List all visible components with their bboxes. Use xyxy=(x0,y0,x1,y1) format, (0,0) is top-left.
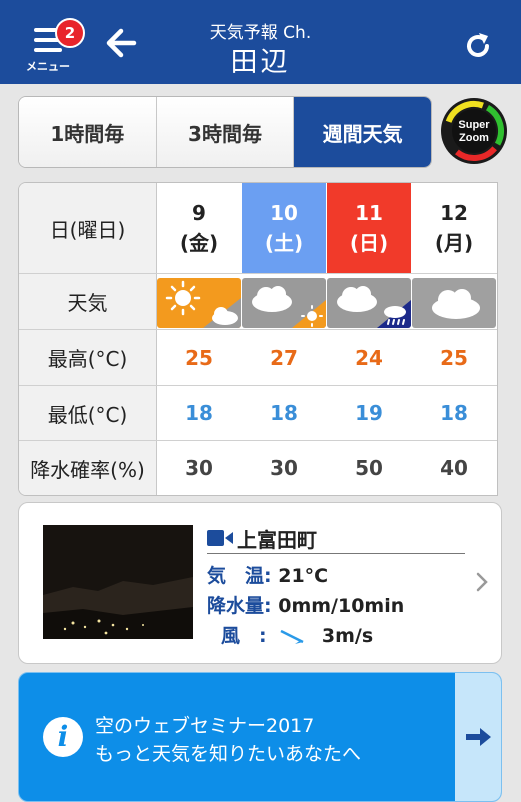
day-header: 12 (月) xyxy=(412,183,496,273)
tab-hourly[interactable]: 1時間毎 xyxy=(19,97,157,167)
high-temp-value: 25 xyxy=(185,345,213,370)
day-weekday: (土) xyxy=(264,231,304,255)
banner-go-button[interactable] xyxy=(455,673,501,801)
info-icon: i xyxy=(43,717,83,757)
refresh-icon[interactable] xyxy=(462,30,494,62)
arrow-right-icon xyxy=(466,728,491,746)
row-label-high: 最高(°C) xyxy=(19,330,157,385)
high-temp-row: 最高(°C) 25 27 24 25 xyxy=(19,330,497,386)
low-temp-value: 18 xyxy=(440,401,468,425)
rain-value: 0mm/10min xyxy=(278,595,405,617)
day-weekday: (金) xyxy=(179,231,219,255)
row-label-low: 最低(°C) xyxy=(19,386,157,440)
wind-value: 3m/s xyxy=(321,625,374,647)
high-temp-value: 27 xyxy=(270,345,298,370)
low-temp-value: 19 xyxy=(355,401,383,425)
video-camera-icon xyxy=(207,530,233,546)
day-weekday: (月) xyxy=(434,231,474,255)
camera-location-name: 上富田町 xyxy=(237,528,317,552)
day-number: 12 xyxy=(440,201,468,225)
wind-direction-icon xyxy=(280,629,304,644)
wind-line: 風 : 3m/s xyxy=(207,621,373,648)
page-title: 田辺 xyxy=(230,47,291,78)
temp-label: 気 温: xyxy=(207,565,272,587)
day-weekday: (日) xyxy=(349,231,389,255)
cloudy-icon xyxy=(412,278,496,328)
precip-value: 40 xyxy=(440,456,468,480)
temp-line: 気 温: 21°C xyxy=(207,561,328,588)
precip-row: 降水確率(%) 30 30 50 40 xyxy=(19,441,497,495)
cloudy-then-rain-icon xyxy=(327,278,411,328)
day-number: 10 xyxy=(270,201,298,225)
precip-value: 30 xyxy=(185,456,213,480)
cloudy-then-sunny-icon xyxy=(242,278,326,328)
forecast-tabs: 1時間毎 3時間毎 週間天気 xyxy=(18,96,432,168)
superzoom-line1: Super xyxy=(458,119,490,131)
wind-label: 風 : xyxy=(221,625,267,647)
high-temp-value: 25 xyxy=(440,345,468,370)
day-header: 10 (土) xyxy=(242,183,326,273)
seminar-banner[interactable]: i 空のウェブセミナー2017 もっと天気を知りたいあなたへ xyxy=(18,672,502,802)
precip-value: 50 xyxy=(355,456,383,480)
app-header: メニュー 2 天気予報 Ch. 田辺 xyxy=(0,0,521,84)
rain-line: 降水量: 0mm/10min xyxy=(207,591,404,618)
live-camera-card[interactable]: 上富田町 気 温: 21°C 降水量: 0mm/10min 風 : 3m/s xyxy=(18,502,502,664)
day-header: 11 (日) xyxy=(327,183,411,273)
chevron-right-icon xyxy=(476,572,488,592)
temp-value: 21°C xyxy=(278,565,329,587)
low-temp-value: 18 xyxy=(270,401,298,425)
tab-weekly[interactable]: 週間天気 xyxy=(294,97,431,167)
row-label-precip: 降水確率(%) xyxy=(19,441,157,495)
superzoom-line2: Zoom xyxy=(459,132,489,144)
camera-location: 上富田町 xyxy=(207,523,465,554)
day-number: 11 xyxy=(355,201,383,225)
rain-label: 降水量: xyxy=(207,595,272,617)
low-temp-value: 18 xyxy=(185,401,213,425)
tab-3-hourly[interactable]: 3時間毎 xyxy=(156,97,295,167)
weather-row: 天気 xyxy=(19,274,497,330)
banner-subtitle: もっと天気を知りたいあなたへ xyxy=(95,743,362,765)
camera-photo xyxy=(43,525,193,639)
sunny-then-cloudy-icon xyxy=(157,278,241,328)
day-header: 9 (金) xyxy=(157,183,241,273)
weekly-forecast-table: 日(曜日) 9 (金) 10 (土) 11 (日) 12 (月) 天気 最高(°… xyxy=(18,182,498,496)
row-label-weather: 天気 xyxy=(19,274,157,329)
date-row: 日(曜日) 9 (金) 10 (土) 11 (日) 12 (月) xyxy=(19,183,497,274)
precip-value: 30 xyxy=(270,456,298,480)
superzoom-button[interactable]: Super Zoom xyxy=(440,97,508,165)
banner-title: 空のウェブセミナー2017 xyxy=(95,715,315,737)
low-temp-row: 最低(°C) 18 18 19 18 xyxy=(19,386,497,441)
day-number: 9 xyxy=(192,201,206,225)
high-temp-value: 24 xyxy=(355,345,383,370)
row-label-date: 日(曜日) xyxy=(19,183,157,273)
